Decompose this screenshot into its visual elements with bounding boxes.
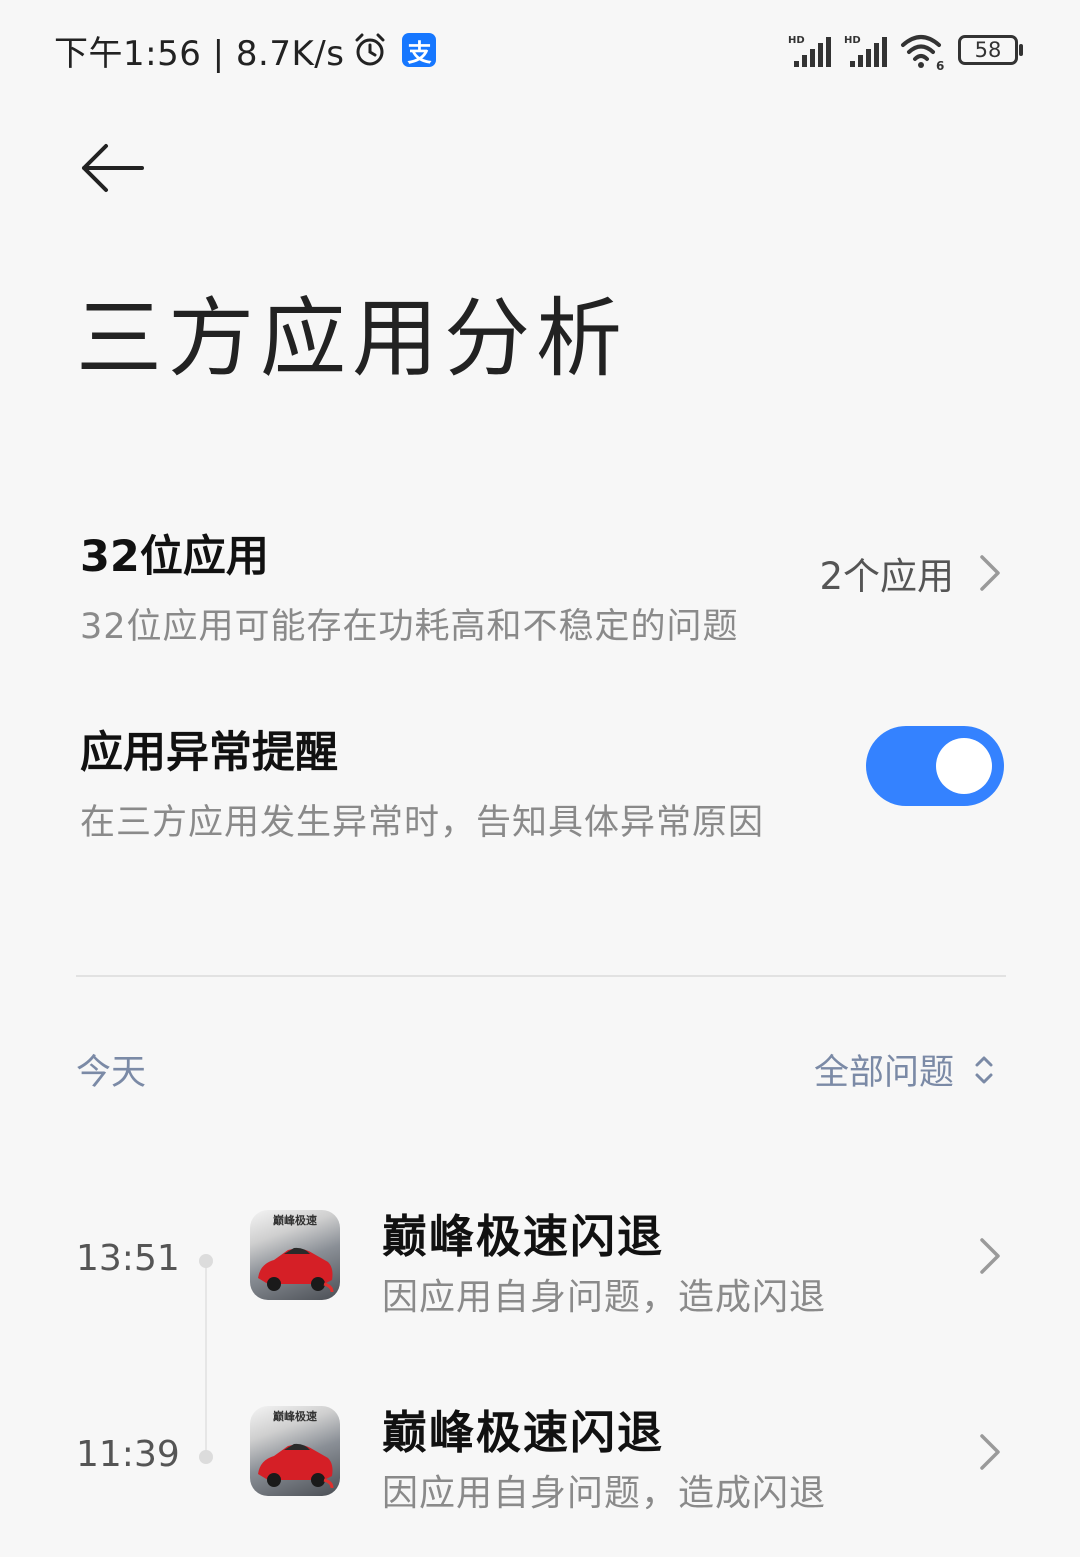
back-arrow-icon[interactable] bbox=[76, 138, 148, 198]
app-icon-label: 巅峰极速 bbox=[273, 1214, 317, 1227]
section-label-today: 今天 bbox=[76, 1053, 147, 1093]
toggle-knob bbox=[936, 738, 992, 794]
issue-event[interactable]: 13:51 巅峰极速 巅峰极速闪退 因应用自身问题，造成闪退 bbox=[0, 1200, 1080, 1340]
chevron-right-icon bbox=[980, 1238, 1000, 1274]
hd-signal-icon: HD bbox=[844, 35, 887, 67]
status-right: HD HD 6 58 bbox=[778, 28, 1024, 74]
alipay-icon: 支 bbox=[402, 33, 437, 67]
anomaly-alert-toggle[interactable] bbox=[866, 726, 1004, 806]
setting-32bit-apps[interactable]: 32位应用 32位应用可能存在功耗高和不稳定的问题 2个应用 bbox=[80, 522, 1004, 647]
setting-anomaly-description: 在三方应用发生异常时，告知具体异常原因 bbox=[80, 803, 765, 843]
battery-icon: 58 bbox=[958, 35, 1024, 67]
race-car-icon bbox=[258, 1247, 334, 1293]
battery-tip bbox=[1019, 44, 1023, 56]
page-title: 三方应用分析 bbox=[76, 289, 628, 389]
battery-level: 58 bbox=[974, 38, 1002, 62]
sort-updown-icon bbox=[975, 1056, 993, 1083]
setting-anomaly-alert: 应用异常提醒 在三方应用发生异常时，告知具体异常原因 bbox=[80, 718, 1004, 843]
event-time: 13:51 bbox=[76, 1238, 180, 1279]
issue-event[interactable]: 11:39 巅峰极速 巅峰极速闪退 因应用自身问题，造成闪退 bbox=[0, 1396, 1080, 1536]
screen: 下午1:56 | 8.7K/s 支 HD HD 6 58 三方应用分析 32位应… bbox=[0, 0, 1080, 1557]
issue-filter-label: 全部问题 bbox=[813, 1053, 954, 1093]
timeline-dot bbox=[199, 1450, 213, 1464]
svg-text:HD: HD bbox=[788, 35, 805, 46]
divider bbox=[76, 975, 1006, 977]
svg-text:HD: HD bbox=[844, 35, 861, 46]
event-time: 11:39 bbox=[76, 1434, 180, 1475]
event-description: 因应用自身问题，造成闪退 bbox=[382, 1277, 827, 1318]
setting-32bit-count: 2个应用 bbox=[819, 555, 954, 598]
issue-filter-dropdown[interactable]: 全部问题 bbox=[814, 1044, 996, 1095]
timeline-dot bbox=[199, 1254, 213, 1268]
app-icon: 巅峰极速 bbox=[250, 1210, 340, 1300]
setting-32bit-description: 32位应用可能存在功耗高和不稳定的问题 bbox=[80, 607, 739, 647]
svg-text:6: 6 bbox=[936, 59, 944, 71]
wifi6-icon: 6 bbox=[901, 35, 944, 71]
chevron-right-icon bbox=[980, 555, 1000, 591]
setting-32bit-value[interactable]: 2个应用 bbox=[819, 546, 1004, 600]
event-description: 因应用自身问题，造成闪退 bbox=[382, 1473, 827, 1514]
hd-signal-icon: HD bbox=[788, 35, 831, 67]
chevron-right-icon bbox=[980, 1434, 1000, 1470]
status-bar: 下午1:56 | 8.7K/s 支 HD HD 6 58 bbox=[0, 0, 1080, 100]
alarm-icon bbox=[355, 33, 385, 66]
app-icon: 巅峰极速 bbox=[250, 1406, 340, 1496]
event-title: 巅峰极速闪退 bbox=[382, 1406, 665, 1459]
status-time-speed: 下午1:56 | 8.7K/s bbox=[54, 33, 345, 74]
race-car-icon bbox=[258, 1443, 334, 1489]
app-icon-label: 巅峰极速 bbox=[273, 1410, 317, 1423]
event-title: 巅峰极速闪退 bbox=[382, 1210, 665, 1263]
status-left: 下午1:56 | 8.7K/s 支 bbox=[54, 26, 437, 74]
